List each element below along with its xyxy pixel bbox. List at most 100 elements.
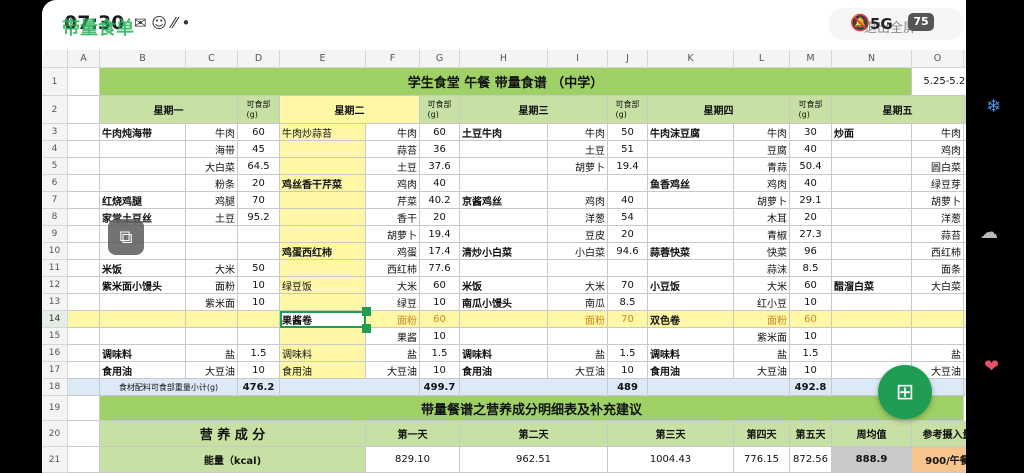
weight-cell[interactable]: 17.4 <box>420 243 460 260</box>
column-header[interactable]: J <box>608 50 648 68</box>
dish-cell[interactable]: 牛肉炒蒜苔 <box>280 124 366 141</box>
dish-cell[interactable] <box>832 345 912 362</box>
weight-cell[interactable]: 60 <box>790 277 832 294</box>
ingredient-cell[interactable]: 大豆油 <box>734 362 790 379</box>
weight-cell[interactable] <box>608 175 648 192</box>
dish-cell[interactable] <box>832 175 912 192</box>
ingredient-cell[interactable]: 蒜苔 <box>912 226 964 243</box>
ingredient-cell[interactable] <box>548 260 608 277</box>
cell[interactable] <box>68 124 100 141</box>
weight-cell[interactable]: 60 <box>420 277 460 294</box>
ingredient-cell[interactable]: 果酱 <box>366 328 420 345</box>
energy-day3[interactable]: 1004.43 <box>608 447 734 473</box>
weight-cell[interactable]: 50 <box>608 124 648 141</box>
weight-cell[interactable]: 27.3 <box>790 226 832 243</box>
ingredient-cell[interactable]: 洋葱 <box>548 209 608 226</box>
row-header[interactable]: 16 <box>42 345 68 362</box>
weight-cell[interactable]: 10 <box>790 294 832 311</box>
weight-cell[interactable]: 70 <box>608 311 648 328</box>
weight-cell[interactable]: 10 <box>238 277 280 294</box>
row-header[interactable]: 10 <box>42 243 68 260</box>
column-header[interactable]: I <box>548 50 608 68</box>
cloud-icon[interactable]: ☁ <box>980 222 998 243</box>
ingredient-cell[interactable]: 大豆油 <box>548 362 608 379</box>
snowflake-icon[interactable]: ❄ <box>986 96 1001 117</box>
ingredient-cell[interactable] <box>186 311 238 328</box>
weight-cell[interactable]: 10 <box>238 294 280 311</box>
ingredient-cell[interactable]: 盐 <box>186 345 238 362</box>
cell[interactable] <box>68 141 100 158</box>
cell[interactable] <box>68 209 100 226</box>
row-header[interactable]: 4 <box>42 141 68 158</box>
row-header[interactable]: 18 <box>42 379 68 396</box>
dish-cell[interactable] <box>832 209 912 226</box>
ingredient-cell[interactable]: 木耳 <box>734 209 790 226</box>
ingredient-cell[interactable]: 紫米面 <box>734 328 790 345</box>
dish-cell[interactable] <box>280 294 366 311</box>
dish-cell[interactable]: 调味料 <box>460 345 548 362</box>
ingredient-cell[interactable]: 紫米面 <box>186 294 238 311</box>
weight-cell[interactable]: 10 <box>790 328 832 345</box>
weight-cell[interactable]: 40 <box>790 141 832 158</box>
edible-header[interactable]: 可食部 (g) <box>790 96 832 124</box>
dish-cell[interactable]: 果酱卷 <box>280 311 366 328</box>
dish-cell[interactable] <box>460 175 548 192</box>
weight-cell[interactable]: 37.6 <box>420 158 460 175</box>
row-header[interactable]: 3 <box>42 124 68 141</box>
weight-cell[interactable]: 50 <box>238 260 280 277</box>
row-header[interactable]: 12 <box>42 277 68 294</box>
subtotal-value[interactable]: 499.7 <box>420 379 460 396</box>
ingredient-cell[interactable]: 牛肉 <box>186 124 238 141</box>
edible-header[interactable]: 可食部 (g) <box>238 96 280 124</box>
dish-cell[interactable] <box>648 209 734 226</box>
ingredient-cell[interactable] <box>186 328 238 345</box>
dish-cell[interactable] <box>280 209 366 226</box>
weight-cell[interactable] <box>964 311 966 328</box>
weight-cell[interactable]: 20 <box>420 209 460 226</box>
dish-cell[interactable] <box>648 158 734 175</box>
selection-handle-top[interactable] <box>362 307 371 316</box>
ingredient-cell[interactable]: 西红柿 <box>366 260 420 277</box>
energy-ref[interactable]: 900/午餐 <box>912 447 966 473</box>
column-header[interactable]: G <box>420 50 460 68</box>
cell[interactable] <box>68 294 100 311</box>
ingredient-cell[interactable] <box>912 328 964 345</box>
ingredient-cell[interactable]: 青椒 <box>734 226 790 243</box>
row-header[interactable]: 11 <box>42 260 68 277</box>
weight-cell[interactable]: 1 <box>964 362 966 379</box>
dish-cell[interactable] <box>460 226 548 243</box>
weight-cell[interactable]: 51 <box>608 141 648 158</box>
dish-cell[interactable] <box>832 294 912 311</box>
row-header[interactable]: 21 <box>42 447 68 473</box>
cell[interactable] <box>68 345 100 362</box>
weight-cell[interactable] <box>964 294 966 311</box>
weight-cell[interactable]: 96 <box>790 243 832 260</box>
weight-cell[interactable]: 4 <box>964 124 966 141</box>
weight-cell[interactable] <box>964 328 966 345</box>
day-header[interactable]: 星期四 <box>648 96 790 124</box>
dish-cell[interactable]: 南瓜小馒头 <box>460 294 548 311</box>
row-header[interactable]: 7 <box>42 192 68 209</box>
weight-cell[interactable]: 1.5 <box>790 345 832 362</box>
day2-header[interactable]: 第二天 <box>460 421 608 447</box>
weight-cell[interactable]: 54 <box>608 209 648 226</box>
ingredient-cell[interactable]: 快菜 <box>734 243 790 260</box>
dish-cell[interactable] <box>460 260 548 277</box>
weight-cell[interactable]: 10 <box>608 362 648 379</box>
dish-cell[interactable]: 小豆饭 <box>648 277 734 294</box>
dish-cell[interactable] <box>832 141 912 158</box>
ingredient-cell[interactable]: 盐 <box>912 345 964 362</box>
dish-cell[interactable] <box>832 226 912 243</box>
ingredient-cell[interactable] <box>548 175 608 192</box>
ingredient-cell[interactable]: 芹菜 <box>366 192 420 209</box>
dish-cell[interactable]: 牛肉沫豆腐 <box>648 124 734 141</box>
cell[interactable] <box>68 192 100 209</box>
weight-cell[interactable]: 1.5 <box>608 345 648 362</box>
ingredient-cell[interactable] <box>912 294 964 311</box>
row-header[interactable]: 17 <box>42 362 68 379</box>
dish-cell[interactable] <box>100 158 186 175</box>
cell[interactable] <box>68 447 100 473</box>
edible-header[interactable]: 可食部 (g) <box>964 96 966 124</box>
weight-cell[interactable]: 40 <box>420 175 460 192</box>
cell-a1[interactable] <box>68 68 100 96</box>
